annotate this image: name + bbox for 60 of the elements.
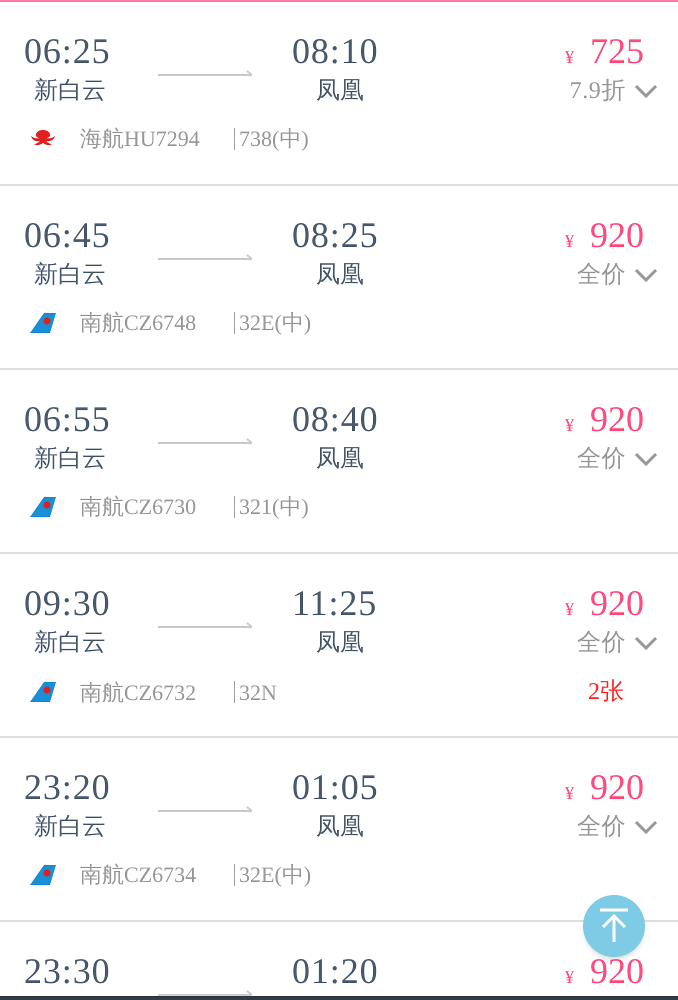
chevron-down-icon[interactable] [634,84,658,98]
chevron-down-icon[interactable] [634,452,658,466]
arrival-airport: 凤凰 [315,445,365,474]
flight-number: 海航HU7294 [80,125,201,153]
departure-time: 23:20 [24,766,112,809]
arrival-airport: 凤凰 [315,261,365,290]
departure-airport: 新白云 [33,812,107,842]
flight-number: 南航CZ6734 [80,861,198,889]
currency-sign: ¥ [565,598,574,621]
chevron-down-icon[interactable] [634,268,658,282]
price: 920 [590,214,644,257]
tail-fin-logo-icon [30,496,56,516]
currency-sign: ¥ [565,414,574,437]
seats-left: 2张 [588,678,624,707]
arrival-time: 01:05 [292,766,380,809]
departure-time: 06:25 [24,30,112,73]
currency-sign: ¥ [565,46,574,69]
tail-fin-logo-icon [30,682,56,702]
price: 920 [590,950,644,993]
fare-label: 全价 [576,261,626,290]
arrival-airport: 凤凰 [315,77,365,106]
price: 920 [590,398,644,441]
fare-label: 全价 [576,445,626,474]
arrival-time: 08:10 [292,30,380,73]
tail-fin-logo-icon [30,864,56,884]
departure-airport: 新白云 [33,444,107,474]
arrival-time: 08:25 [292,214,380,257]
departure-time: 06:55 [24,398,112,441]
departure-time: 06:45 [24,214,112,257]
flight-number: 南航CZ6748 [80,309,198,337]
aircraft-type: 321(中) [239,493,309,521]
price: 920 [590,582,644,625]
aircraft-type: 32N [239,678,277,706]
fare-label: 7.9折 [570,77,626,106]
fare-label: 全价 [576,629,626,658]
departure-airport: 新白云 [33,628,107,658]
chevron-down-icon[interactable] [634,820,658,834]
flight-number: 南航CZ6732 [80,678,198,706]
price: 920 [590,766,644,809]
aircraft-type: 32E(中) [239,861,312,889]
currency-sign: ¥ [565,230,574,253]
departure-airport: 新白云 [33,260,107,290]
arrival-airport: 凤凰 [315,629,365,658]
price: 725 [590,30,644,73]
flight-number: 南航CZ6730 [80,493,198,521]
currency-sign: ¥ [565,782,574,805]
chevron-down-icon[interactable] [634,636,658,650]
aircraft-type: 738(中) [239,125,309,153]
tail-fin-logo-icon [30,312,56,332]
departure-airport: 新白云 [33,76,107,106]
aircraft-type: 32E(中) [239,309,312,337]
arrival-time: 01:20 [292,950,380,993]
arrival-airport: 凤凰 [315,813,365,842]
arrow-up-icon [598,908,630,944]
arrival-time: 08:40 [292,398,380,441]
departure-time: 23:30 [24,950,112,993]
currency-sign: ¥ [565,966,574,989]
fare-label: 全价 [576,813,626,842]
departure-time: 09:30 [24,582,112,625]
arrival-time: 11:25 [292,582,378,625]
